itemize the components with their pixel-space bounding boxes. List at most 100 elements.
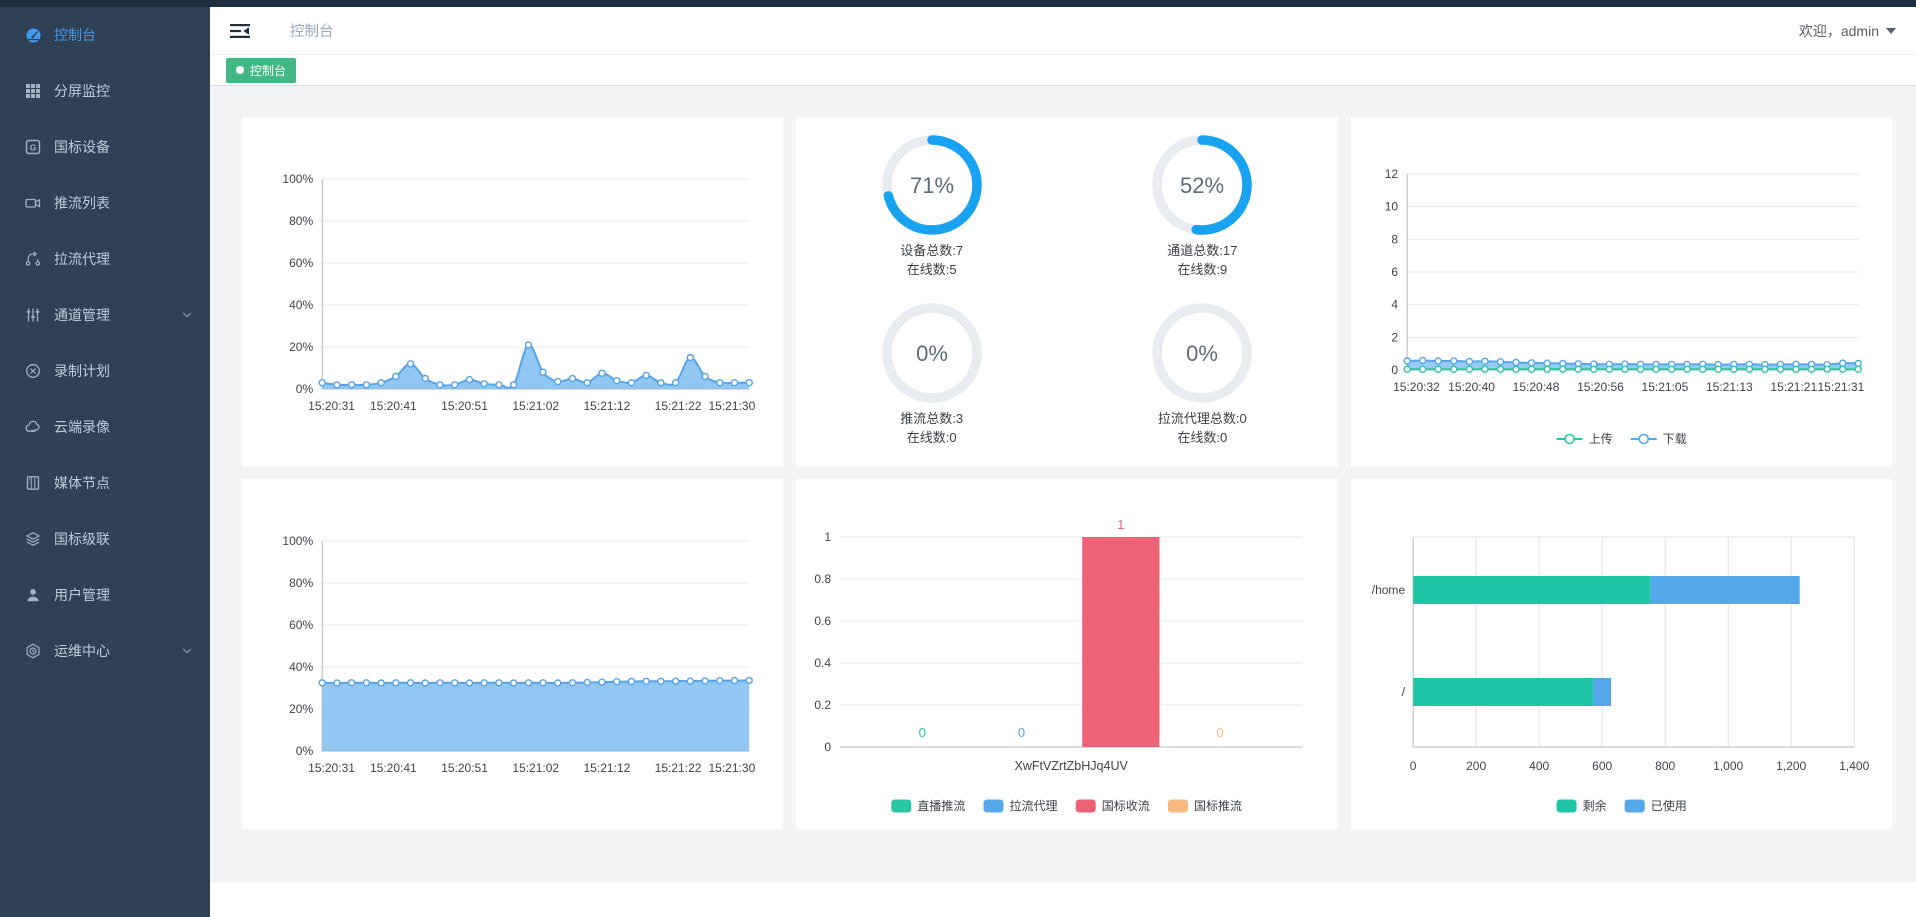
disk-usage-chart: 02004006008001,0001,2001,400/home/剩余已使用 bbox=[1351, 479, 1892, 829]
panel-network-io: 02468101215:20:3215:20:4015:20:4815:20:5… bbox=[1351, 117, 1892, 467]
svg-text:15:20:31: 15:20:31 bbox=[308, 761, 355, 775]
dashboard-content: 0%20%40%60%80%100%15:20:3115:20:4115:20:… bbox=[210, 86, 1916, 883]
network-io-chart: 02468101215:20:3215:20:4015:20:4815:20:5… bbox=[1351, 117, 1892, 467]
sidebar-item-label: 拉流代理 bbox=[54, 249, 110, 269]
svg-text:0%: 0% bbox=[296, 744, 314, 758]
svg-text:15:21:31: 15:21:31 bbox=[1817, 380, 1864, 394]
svg-text:15:20:32: 15:20:32 bbox=[1393, 380, 1440, 394]
svg-text:15:21:05: 15:21:05 bbox=[1641, 380, 1688, 394]
sidebar-item-ops[interactable]: 运维中心 bbox=[0, 623, 210, 679]
svg-text:/: / bbox=[1401, 685, 1405, 699]
svg-text:已使用: 已使用 bbox=[1650, 798, 1686, 813]
svg-text:国标收流: 国标收流 bbox=[1102, 799, 1150, 813]
sidebar-item-recplan[interactable]: 录制计划 bbox=[0, 343, 210, 399]
svg-text:100%: 100% bbox=[282, 172, 313, 186]
svg-text:0%: 0% bbox=[916, 341, 948, 366]
svg-text:15:20:56: 15:20:56 bbox=[1577, 380, 1624, 394]
svg-text:15:21:30: 15:21:30 bbox=[708, 761, 755, 775]
sidebar-item-users[interactable]: 用户管理 bbox=[0, 567, 210, 623]
sidebar-item-label: 国标设备 bbox=[54, 137, 110, 157]
gauge-ring: 52% bbox=[1150, 133, 1254, 237]
chart-legend[interactable]: 剩余 已使用 bbox=[1556, 798, 1686, 813]
svg-text:800: 800 bbox=[1655, 759, 1675, 773]
media-node-icon bbox=[24, 474, 42, 492]
tags-bar: 控制台 bbox=[210, 55, 1916, 86]
svg-text:12: 12 bbox=[1384, 167, 1398, 181]
sidebar-item-monitor[interactable]: 分屏监控 bbox=[0, 63, 210, 119]
dashboard-icon bbox=[24, 26, 42, 44]
panel-cpu-usage: 0%20%40%60%80%100%15:20:3115:20:4115:20:… bbox=[242, 117, 783, 467]
sidebar-item-medianode[interactable]: 媒体节点 bbox=[0, 455, 210, 511]
sidebar-item-gbdevice[interactable]: G 国标设备 bbox=[0, 119, 210, 175]
svg-text:71%: 71% bbox=[910, 173, 954, 198]
sidebar: 控制台分屏监控 G 国标设备推流列表拉流代理通道管理录制计划云端录像媒体节点国标级联… bbox=[0, 7, 210, 917]
navbar: 控制台 欢迎， admin bbox=[210, 7, 1916, 55]
user-dropdown[interactable]: 欢迎， admin bbox=[1799, 21, 1896, 41]
svg-text:100%: 100% bbox=[282, 534, 313, 548]
panel-memory-usage: 0%20%40%60%80%100%15:20:3115:20:4115:20:… bbox=[242, 479, 783, 829]
svg-text:15:21:30: 15:21:30 bbox=[708, 399, 755, 413]
panel-disk-usage: 02004006008001,0001,2001,400/home/剩余已使用 bbox=[1351, 479, 1892, 829]
sidebar-item-pullproxy[interactable]: 拉流代理 bbox=[0, 231, 210, 287]
gauge-ring: 0% bbox=[880, 301, 984, 405]
record-icon bbox=[24, 362, 42, 380]
sidebar-fold-icon[interactable] bbox=[230, 21, 252, 41]
breadcrumb: 控制台 bbox=[290, 20, 334, 41]
panel-stream-stats: 00.20.40.60.810010XwFtVZrtZbHJq4UV直播推流拉流… bbox=[796, 479, 1337, 829]
cascade-icon bbox=[24, 530, 42, 548]
sidebar-item-label: 国标级联 bbox=[54, 529, 110, 549]
gauge-2: 0% 推流总数:3在线数:0 bbox=[796, 301, 1067, 447]
svg-text:1,200: 1,200 bbox=[1776, 759, 1806, 773]
sidebar-item-cascade[interactable]: 国标级联 bbox=[0, 511, 210, 567]
sidebar-item-label: 推流列表 bbox=[54, 193, 110, 213]
gauge-caption: 推流总数:3在线数:0 bbox=[900, 409, 963, 447]
sliders-icon bbox=[24, 306, 42, 324]
svg-text:15:20:40: 15:20:40 bbox=[1448, 380, 1495, 394]
chart-legend[interactable]: 直播推流拉流代理国标收流国标推流 bbox=[892, 798, 1243, 813]
svg-text:15:21:22: 15:21:22 bbox=[655, 761, 702, 775]
svg-text:15:21:22: 15:21:22 bbox=[655, 399, 702, 413]
svg-text:1,000: 1,000 bbox=[1713, 759, 1743, 773]
welcome-text: 欢迎， bbox=[1799, 21, 1841, 41]
gauge-ring: 0% bbox=[1150, 301, 1254, 405]
user-icon bbox=[24, 586, 42, 604]
svg-text:60%: 60% bbox=[289, 618, 313, 632]
svg-text:15:20:31: 15:20:31 bbox=[308, 399, 355, 413]
gb-device-icon: G bbox=[24, 138, 42, 156]
camera-icon bbox=[24, 194, 42, 212]
svg-text:0: 0 bbox=[1018, 725, 1025, 740]
sidebar-item-channel[interactable]: 通道管理 bbox=[0, 287, 210, 343]
sidebar-item-cloudrec[interactable]: 云端录像 bbox=[0, 399, 210, 455]
gauge-ring: 71% bbox=[880, 133, 984, 237]
cloud-icon bbox=[24, 418, 42, 436]
svg-text:G: G bbox=[30, 142, 37, 152]
svg-text:0.2: 0.2 bbox=[815, 698, 832, 712]
svg-text:0: 0 bbox=[1217, 725, 1224, 740]
sidebar-item-label: 用户管理 bbox=[54, 585, 110, 605]
sidebar-item-label: 媒体节点 bbox=[54, 473, 110, 493]
svg-text:0.6: 0.6 bbox=[815, 614, 832, 628]
svg-text:XwFtVZrtZbHJq4UV: XwFtVZrtZbHJq4UV bbox=[1015, 759, 1129, 773]
svg-text:0.4: 0.4 bbox=[815, 656, 832, 670]
chart-legend[interactable]: 上传下载 bbox=[1556, 431, 1686, 446]
sidebar-item-console[interactable]: 控制台 bbox=[0, 7, 210, 63]
svg-text:1: 1 bbox=[825, 530, 832, 544]
svg-text:200: 200 bbox=[1466, 759, 1486, 773]
svg-text:15:21:21: 15:21:21 bbox=[1770, 380, 1817, 394]
tab-console[interactable]: 控制台 bbox=[226, 58, 296, 83]
svg-text:15:20:41: 15:20:41 bbox=[370, 399, 417, 413]
svg-text:剩余: 剩余 bbox=[1582, 798, 1606, 813]
svg-text:8: 8 bbox=[1391, 232, 1398, 246]
tab-label: 控制台 bbox=[250, 62, 286, 79]
svg-text:15:21:13: 15:21:13 bbox=[1706, 380, 1753, 394]
gauge-1: 52%通道总数:17在线数:9 bbox=[1067, 133, 1338, 279]
svg-text:20%: 20% bbox=[289, 702, 313, 716]
sidebar-item-label: 通道管理 bbox=[54, 305, 110, 325]
svg-text:1,400: 1,400 bbox=[1839, 759, 1869, 773]
chevron-down-icon bbox=[180, 308, 194, 322]
window-top-strip bbox=[0, 0, 1916, 7]
gauge-0: 71%设备总数:7在线数:5 bbox=[796, 133, 1067, 279]
sidebar-item-pushlist[interactable]: 推流列表 bbox=[0, 175, 210, 231]
svg-text:6: 6 bbox=[1391, 265, 1398, 279]
svg-text:10: 10 bbox=[1384, 200, 1398, 214]
